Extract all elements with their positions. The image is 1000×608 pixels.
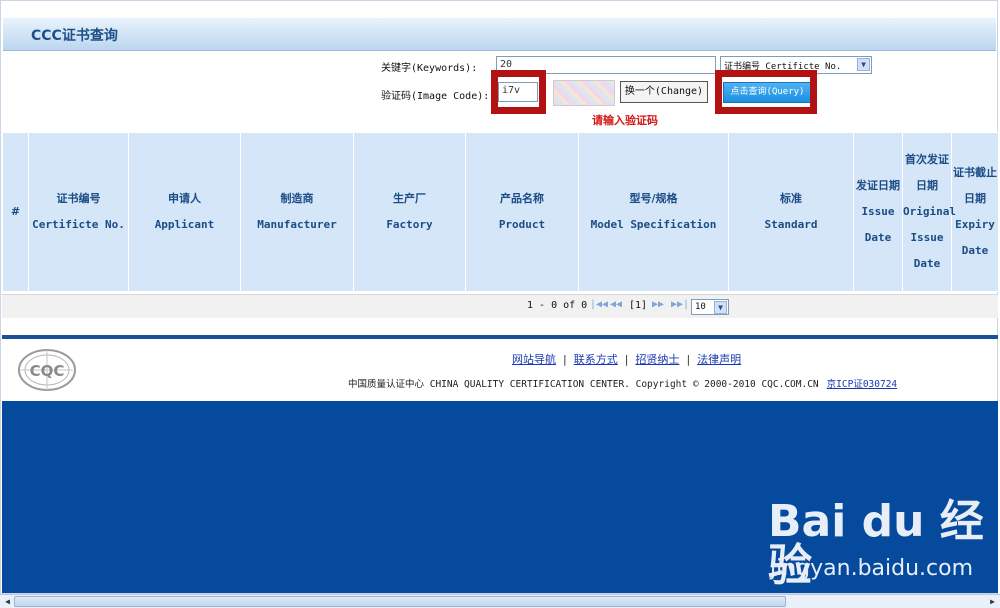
col-header-expiry-date: 证书截止日期 Expiry Date — [951, 132, 999, 292]
captcha-prompt: 请输入验证码 — [592, 114, 658, 127]
last-page-icon[interactable]: ▶▶| — [671, 299, 689, 310]
col-header-cert-no: 证书编号 Certificte No. — [28, 132, 129, 292]
footer-link-legal[interactable]: 法律声明 — [697, 353, 741, 366]
col-header-standard: 标准 Standard — [728, 132, 854, 292]
col-header-product: 产品名称 Product — [465, 132, 579, 292]
copyright-text: 中国质量认证中心 CHINA QUALITY CERTIFICATION CEN… — [348, 379, 819, 390]
first-page-icon[interactable]: |◀◀ — [590, 299, 608, 310]
results-table: # 证书编号 Certificte No. 申请人 Applicant 制造商 Man… — [2, 132, 999, 292]
page-size-value: 10 — [695, 302, 706, 312]
col-header-original-issue-date: 首次发证日期 Original Issue Date — [902, 132, 956, 292]
cqc-logo: CQC — [18, 349, 76, 391]
col-header-index: # — [2, 132, 29, 292]
change-captcha-button[interactable]: 换一个(Change) — [620, 81, 708, 103]
header-bar: CCC证书查询 — [3, 18, 996, 51]
footer-links: 网站导航 | 联系方式 | 招贤纳士 | 法律声明 — [512, 353, 742, 366]
col-header-factory: 生产厂 Factory — [353, 132, 466, 292]
baidu-watermark: Bai du 经验 jingyan.baidu.com — [768, 500, 1000, 588]
footer-link-contact[interactable]: 联系方式 — [574, 353, 618, 366]
captcha-image — [553, 80, 615, 106]
captcha-label: 验证码(Image Code): — [381, 91, 490, 102]
chevron-down-icon: ▼ — [857, 58, 870, 71]
scrollbar-thumb[interactable] — [14, 596, 786, 607]
watermark-url: jingyan.baidu.com — [770, 556, 974, 581]
next-page-icon[interactable]: ▶▶ — [652, 299, 664, 310]
horizontal-scrollbar[interactable]: ◀ ▶ — [0, 594, 1000, 608]
icp-link[interactable]: 京ICP证030724 — [827, 379, 897, 390]
pager-summary: 1 - 0 of 0 — [527, 300, 588, 311]
copyright: 中国质量认证中心 CHINA QUALITY CERTIFICATION CEN… — [348, 376, 897, 390]
keywords-label: 关键字(Keywords): — [381, 63, 478, 74]
highlight-box-captcha — [491, 70, 546, 114]
col-header-model: 型号/规格 Model Specification — [578, 132, 729, 292]
col-header-applicant: 申请人 Applicant — [128, 132, 241, 292]
footer-link-careers[interactable]: 招贤纳士 — [635, 353, 679, 366]
svg-text:CQC: CQC — [30, 362, 65, 380]
current-page[interactable]: [1] — [629, 300, 647, 311]
col-header-manufacturer: 制造商 Manufacturer — [240, 132, 354, 292]
footer-link-sitemap[interactable]: 网站导航 — [512, 353, 556, 366]
prev-page-icon[interactable]: ◀◀ — [610, 299, 622, 310]
col-header-issue-date: 发证日期 Issue Date — [853, 132, 903, 292]
pager: 1 - 0 of 0 |◀◀ ◀◀ [1] ▶▶ ▶▶| 10 ▼ — [2, 294, 998, 318]
page-title: CCC证书查询 — [31, 28, 118, 44]
chevron-down-icon: ▼ — [714, 301, 727, 314]
highlight-box-query — [715, 70, 817, 114]
page-size-select[interactable]: 10 ▼ — [691, 299, 729, 315]
scroll-left-icon[interactable]: ◀ — [1, 596, 14, 607]
footer-divider — [2, 335, 998, 339]
scroll-right-icon[interactable]: ▶ — [986, 596, 999, 607]
